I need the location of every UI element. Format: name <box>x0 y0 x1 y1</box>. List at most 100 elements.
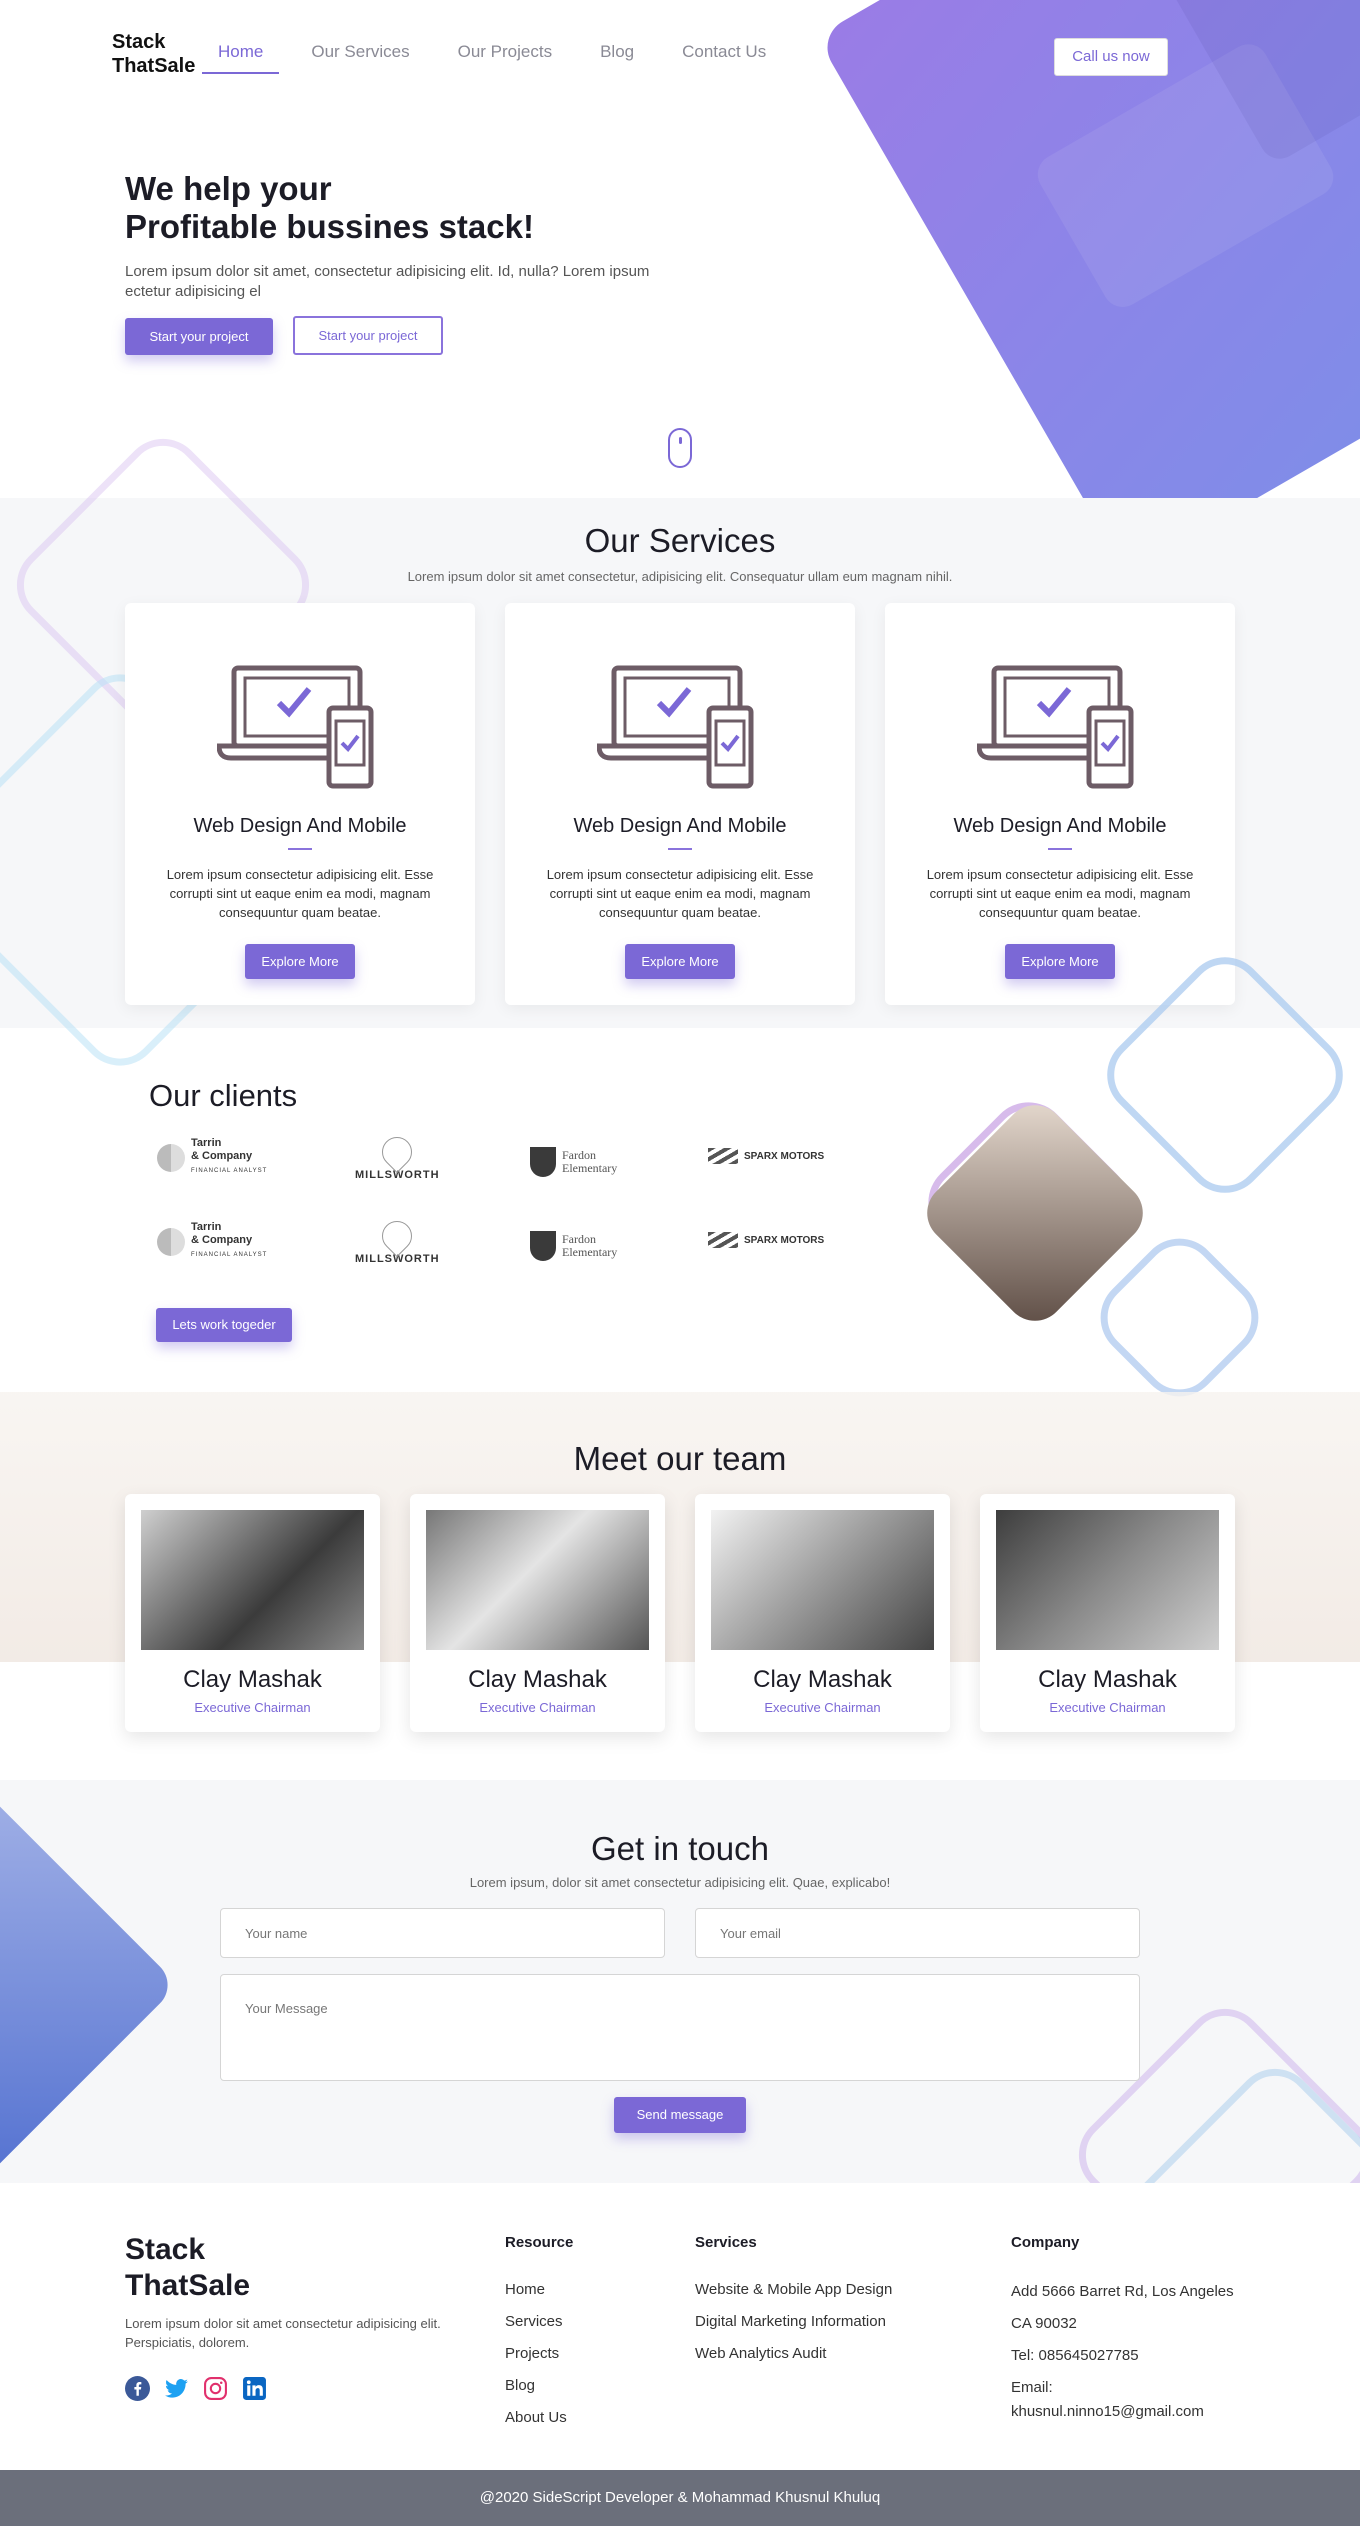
team-card: Clay Mashak Executive Chairman <box>695 1494 950 1732</box>
team-photo <box>426 1510 649 1650</box>
service-card: Web Design And Mobile Lorem ipsum consec… <box>505 603 855 1005</box>
footer-resource-title: Resource <box>505 2234 574 2251</box>
lets-work-together-button[interactable]: Lets work togeder <box>156 1308 292 1342</box>
company-tel: Tel: 085645027785 <box>1011 2347 1139 2364</box>
logo-line-2: ThatSale <box>112 55 196 77</box>
team-photo <box>996 1510 1219 1650</box>
hero-decorative-shape <box>816 0 1360 574</box>
company-email-label: Email: <box>1011 2379 1053 2396</box>
footer-link-web-mobile-design[interactable]: Website & Mobile App Design <box>695 2274 892 2306</box>
services-subtitle: Lorem ipsum dolor sit amet consectetur, … <box>407 569 953 584</box>
footer-link-blog[interactable]: Blog <box>505 2370 567 2402</box>
fardon-shield-icon <box>530 1231 556 1261</box>
tarrin-logo-icon <box>157 1143 185 1172</box>
facebook-icon[interactable] <box>125 2376 150 2401</box>
laptop-mobile-icon <box>597 665 754 789</box>
nav-home[interactable]: Home <box>201 42 287 74</box>
client-name: Fardon <box>562 1232 596 1246</box>
footer-logo-line-1: Stack <box>125 2233 206 2266</box>
explore-more-button[interactable]: Explore More <box>625 944 735 979</box>
client-name: SPARX MOTORS <box>744 1150 825 1162</box>
nav-blog[interactable]: Blog <box>600 42 658 74</box>
footer-logo-line-2: ThatSale <box>125 2269 251 2302</box>
client-name: Tarrin <box>191 1221 222 1233</box>
client-name-2: Elementary <box>562 1161 618 1175</box>
linkedin-icon[interactable] <box>242 2376 267 2401</box>
footer-link-web-analytics[interactable]: Web Analytics Audit <box>695 2338 892 2370</box>
millsworth-logo-icon <box>376 1214 419 1258</box>
explore-more-button[interactable]: Explore More <box>1005 944 1115 979</box>
hero-title: We help your Profitable bussines stack! <box>125 170 534 246</box>
team-photo <box>141 1510 364 1650</box>
footer-services-title: Services <box>695 2234 757 2251</box>
sparx-logo-icon <box>708 1232 738 1248</box>
hero-title-line-2: Profitable bussines stack! <box>125 208 534 245</box>
fardon-shield-icon <box>530 1147 556 1177</box>
twitter-icon[interactable] <box>164 2376 189 2401</box>
footer-services-links: Website & Mobile App Design Digital Mark… <box>695 2274 892 2370</box>
team-member-role: Executive Chairman <box>479 1700 596 1715</box>
nav-our-services[interactable]: Our Services <box>311 42 433 74</box>
service-card-text: Lorem ipsum consectetur adipisicing elit… <box>926 867 1194 920</box>
service-card-text: Lorem ipsum consectetur adipisicing elit… <box>546 867 814 920</box>
title-underline <box>288 848 312 850</box>
team-title: Meet our team <box>573 1440 787 1477</box>
company-address: Add 5666 Barret Rd, Los Angeles <box>1011 2283 1234 2300</box>
footer-company-info: Add 5666 Barret Rd, Los Angeles CA 90032… <box>1011 2280 1241 2424</box>
copyright-bar: @2020 SideScript Developer & Mohammad Kh… <box>0 2470 1360 2526</box>
team-member-role: Executive Chairman <box>1049 1700 1166 1715</box>
contact-title: Get in touch <box>591 1830 769 1867</box>
team-card: Clay Mashak Executive Chairman <box>125 1494 380 1732</box>
logo[interactable]: Stack ThatSale <box>112 30 195 78</box>
service-card-title: Web Design And Mobile <box>573 815 787 837</box>
services-title: Our Services <box>584 522 776 559</box>
laptop-mobile-icon <box>977 665 1134 789</box>
nav-our-projects[interactable]: Our Projects <box>458 42 576 74</box>
team-card: Clay Mashak Executive Chairman <box>410 1494 665 1732</box>
client-name-2: & Company <box>191 1234 253 1246</box>
hero-title-line-1: We help your <box>125 170 332 207</box>
service-card-text: Lorem ipsum consectetur adipisicing elit… <box>166 867 434 920</box>
footer-link-projects[interactable]: Projects <box>505 2338 567 2370</box>
team-member-role: Executive Chairman <box>764 1700 881 1715</box>
client-logo-sparx: SPARX MOTORS <box>708 1232 824 1248</box>
message-textarea[interactable] <box>220 1974 1140 2081</box>
explore-more-button[interactable]: Explore More <box>245 944 355 979</box>
email-input[interactable] <box>695 1908 1140 1958</box>
millsworth-logo-icon <box>376 1130 419 1174</box>
service-card-title: Web Design And Mobile <box>193 815 407 837</box>
team-member-name: Clay Mashak <box>753 1666 892 1693</box>
social-links <box>125 2376 267 2401</box>
client-name: Fardon <box>562 1148 596 1162</box>
footer-link-home[interactable]: Home <box>505 2274 567 2306</box>
footer-link-digital-marketing[interactable]: Digital Marketing Information <box>695 2306 892 2338</box>
hero-text: Lorem ipsum dolor sit amet, consectetur … <box>125 263 650 300</box>
client-logo-sparx: SPARX MOTORS <box>708 1148 824 1164</box>
logo-line-1: Stack <box>112 31 166 53</box>
title-underline <box>668 848 692 850</box>
nav-contact-us[interactable]: Contact Us <box>682 42 790 74</box>
client-logo-fardon: Fardon Elementary <box>530 1147 617 1177</box>
footer-resource-links: Home Services Projects Blog About Us <box>505 2274 567 2434</box>
scroll-mouse-icon[interactable] <box>668 428 692 468</box>
tarrin-logo-icon <box>157 1227 185 1256</box>
start-project-outline-button[interactable]: Start your project <box>293 316 443 355</box>
client-tagline: FINANCIAL ANALYST <box>191 1168 268 1174</box>
client-name: SPARX MOTORS <box>744 1234 825 1246</box>
footer-logo[interactable]: Stack ThatSale <box>125 2232 250 2304</box>
client-name-2: & Company <box>191 1150 253 1162</box>
send-message-button[interactable]: Send message <box>614 2097 746 2133</box>
main-nav: Home Our Services Our Projects Blog Cont… <box>201 42 814 74</box>
name-input[interactable] <box>220 1908 665 1958</box>
client-name: Tarrin <box>191 1137 222 1149</box>
team-member-name: Clay Mashak <box>468 1666 607 1693</box>
sparx-logo-icon <box>708 1148 738 1164</box>
call-us-button[interactable]: Call us now <box>1054 38 1168 76</box>
company-email[interactable]: khusnul.ninno15@gmail.com <box>1011 2400 1241 2424</box>
start-project-button[interactable]: Start your project <box>125 318 273 355</box>
footer-company-title: Company <box>1011 2234 1080 2251</box>
footer-link-about-us[interactable]: About Us <box>505 2402 567 2434</box>
instagram-icon[interactable] <box>203 2376 228 2401</box>
footer-link-services[interactable]: Services <box>505 2306 567 2338</box>
contact-subtitle: Lorem ipsum, dolor sit amet consectetur … <box>469 1875 891 1890</box>
